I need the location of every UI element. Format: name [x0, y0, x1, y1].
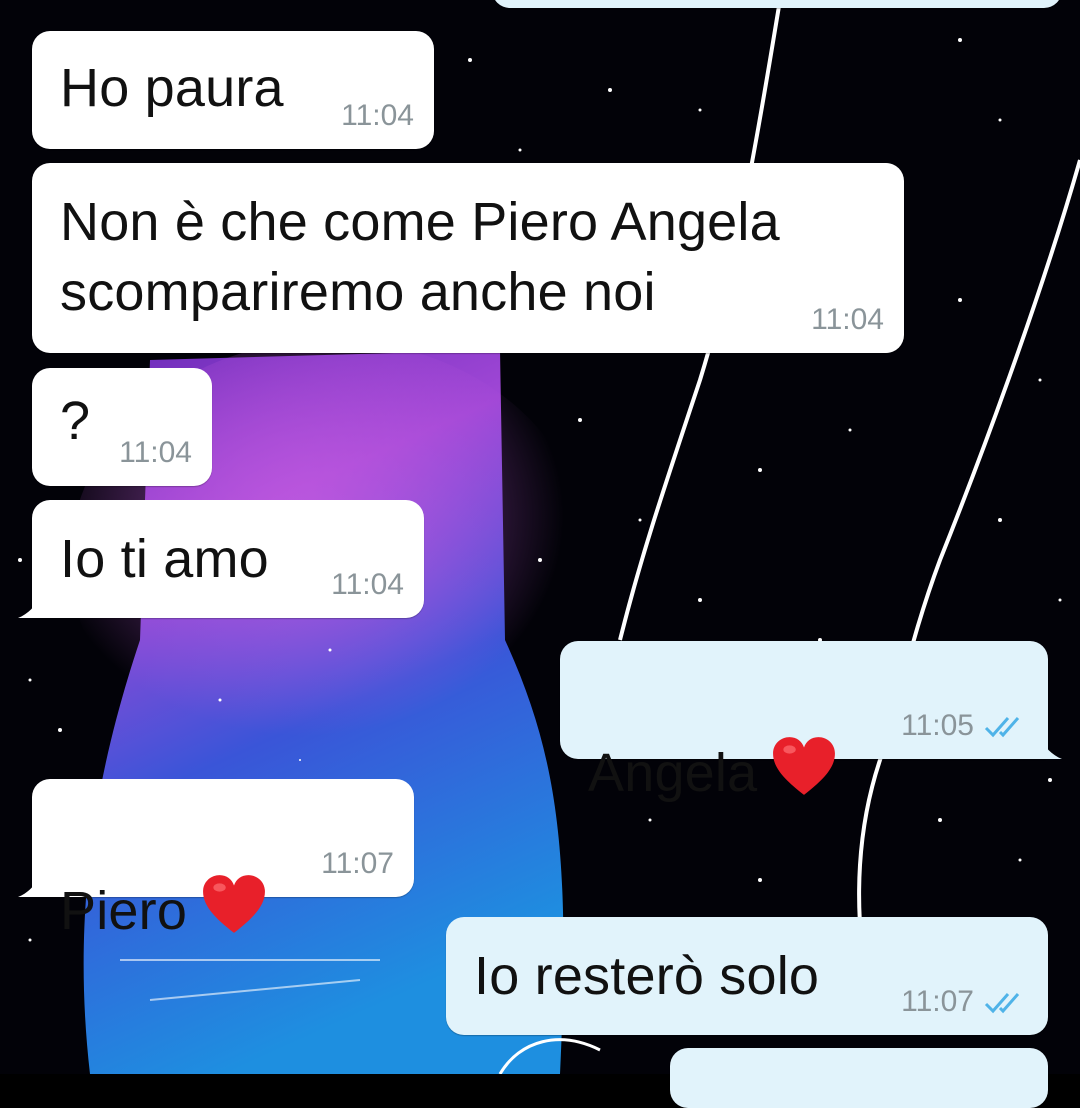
message-bubble-incoming[interactable]: Io ti amo 11:04 — [18, 500, 424, 618]
message-text: Ho paura — [60, 58, 284, 118]
message-time: 11:04 — [341, 99, 414, 132]
message-meta: 11:04 — [119, 436, 192, 470]
message-meta: 11:07 — [321, 847, 394, 881]
bubble-tail — [18, 875, 40, 897]
message-text: ? — [60, 391, 91, 451]
message-meta: 11:07 — [901, 985, 1028, 1019]
message-meta: 11:04 — [341, 99, 414, 133]
message-bubble-incoming[interactable]: Non è che come Piero Angela scompariremo… — [32, 163, 904, 353]
message-bubble-incoming[interactable]: Piero 11:07 — [18, 779, 414, 941]
message-text-content: Angela — [588, 743, 758, 803]
message-bubble-outgoing-partial[interactable] — [670, 1048, 1048, 1108]
message-text-content: Piero — [60, 881, 188, 941]
message-bubble-outgoing[interactable]: Angela 11:05 — [560, 641, 1062, 803]
message-bubble-outgoing[interactable]: Io resterò solo 11:07 — [446, 917, 1048, 1035]
read-ticks-icon — [984, 993, 1020, 1014]
red-heart-icon — [203, 875, 265, 933]
read-ticks-icon — [984, 717, 1020, 738]
message-time: 11:04 — [119, 436, 192, 469]
message-time: 11:07 — [321, 847, 394, 880]
message-meta: 11:05 — [901, 709, 1028, 743]
message-time: 11:04 — [331, 568, 404, 601]
message-bubble-partial-top[interactable] — [492, 0, 1062, 8]
message-meta: 11:04 — [811, 303, 884, 337]
message-text: Piero — [60, 803, 267, 946]
message-text: Io ti amo — [60, 529, 269, 589]
message-time: 11:05 — [901, 709, 974, 742]
message-meta: 11:04 — [331, 568, 404, 602]
message-text: Non è che come Piero Angela scompariremo… — [60, 192, 780, 322]
message-text: Angela — [588, 665, 837, 808]
bubble-tail — [1040, 737, 1062, 759]
bubble-tail — [18, 596, 40, 618]
message-bubble-incoming[interactable]: Ho paura 11:04 — [32, 31, 434, 149]
message-bubble-incoming[interactable]: ? 11:04 — [32, 368, 212, 486]
message-time: 11:07 — [901, 985, 974, 1018]
red-heart-icon — [773, 737, 836, 795]
message-time: 11:04 — [811, 303, 884, 336]
message-text: Io resterò solo — [474, 946, 820, 1006]
